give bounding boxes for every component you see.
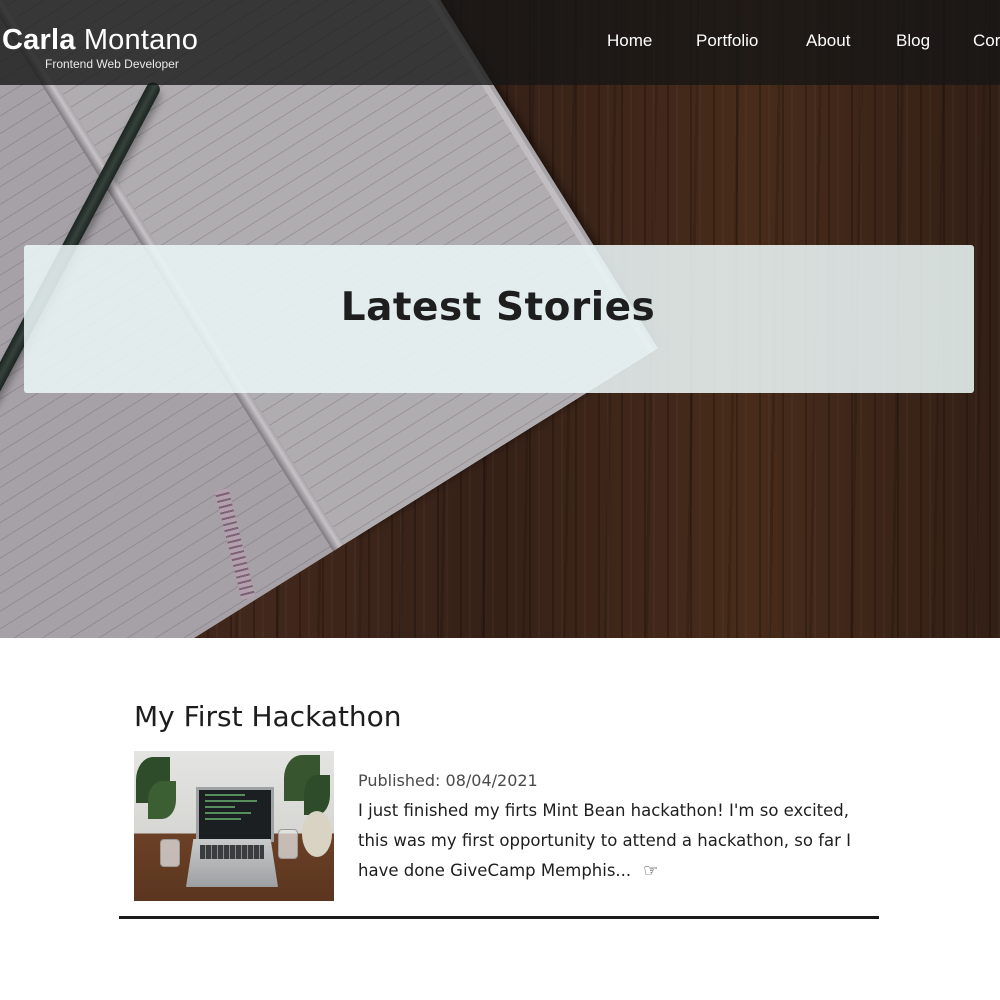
- laptop-screen: [196, 787, 274, 842]
- nav-item-contact[interactable]: Cor: [973, 31, 1000, 51]
- glass-decoration: [278, 829, 298, 859]
- post-excerpt: I just finished my firts Mint Bean hacka…: [358, 796, 878, 886]
- laptop-keyboard: [200, 845, 264, 859]
- logo-last-name: Montano: [83, 24, 199, 56]
- nav-item-home[interactable]: Home: [607, 31, 652, 51]
- title-banner: Latest Stories: [24, 245, 974, 393]
- plant-decoration: [148, 781, 176, 819]
- post-divider: [119, 916, 879, 919]
- post-thumbnail[interactable]: [134, 751, 334, 901]
- logo-tagline: Frontend Web Developer: [45, 57, 179, 71]
- hand-pointing-right-icon[interactable]: ☞: [643, 856, 658, 886]
- post-excerpt-text: I just finished my firts Mint Bean hacka…: [358, 801, 852, 880]
- post-published-date: Published: 08/04/2021: [358, 771, 538, 790]
- post-title[interactable]: My First Hackathon: [134, 700, 402, 733]
- pot-decoration: [302, 811, 332, 857]
- glass-decoration: [160, 839, 180, 867]
- nav-item-portfolio[interactable]: Portfolio: [696, 31, 758, 51]
- site-logo[interactable]: Carla Montano: [2, 24, 198, 57]
- nav-item-about[interactable]: About: [806, 31, 850, 51]
- top-navbar: Carla Montano Frontend Web Developer Hom…: [0, 0, 1000, 85]
- logo-first-name: Carla: [2, 24, 76, 56]
- plant-decoration: [304, 775, 330, 815]
- page-title: Latest Stories: [340, 285, 656, 330]
- nav-item-blog[interactable]: Blog: [896, 31, 930, 51]
